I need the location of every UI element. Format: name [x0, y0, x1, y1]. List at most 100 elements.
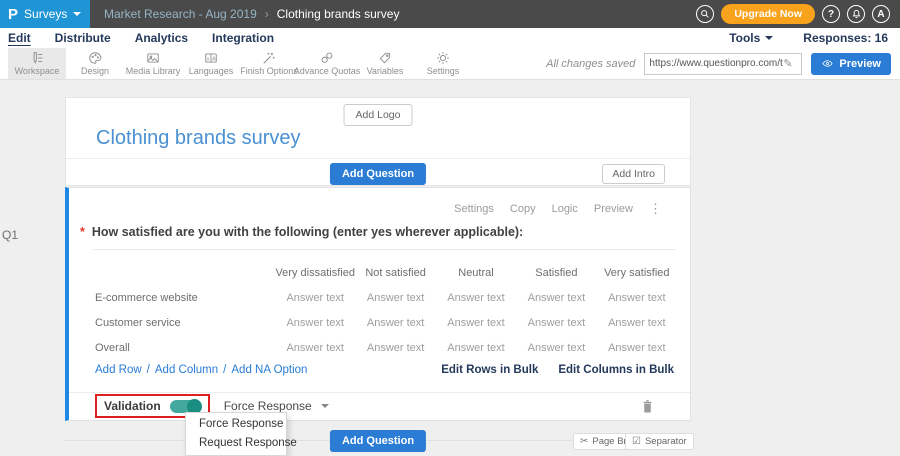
help-button[interactable]: ? [822, 5, 840, 23]
validation-type-menu: Force Response Request Response [185, 412, 287, 456]
add-na-option-link[interactable]: Add NA Option [231, 364, 307, 376]
toolbar-item-media-library[interactable]: Media Library [124, 48, 182, 79]
edit-rows-bulk-link[interactable]: Edit Rows in Bulk [441, 364, 538, 376]
separator-button[interactable]: ☑ Separator [625, 433, 694, 450]
questionpro-logo-icon: P [8, 6, 18, 23]
tab-distribute[interactable]: Distribute [55, 31, 111, 45]
matrix-answer-cell[interactable]: Answer text [275, 310, 355, 335]
matrix-column-header[interactable]: Neutral [436, 260, 516, 285]
matrix-answer-cell[interactable]: Answer text [597, 310, 677, 335]
menu-item-force-response[interactable]: Force Response [186, 415, 286, 434]
edit-url-icon[interactable]: ✎ [783, 57, 792, 70]
toolbar-item-label: Media Library [126, 66, 181, 76]
question-preview-link[interactable]: Preview [594, 203, 633, 215]
add-question-button-bottom[interactable]: Add Question [330, 430, 426, 452]
tools-label: Tools [729, 31, 760, 45]
matrix-column-header[interactable]: Very dissatisfied [275, 260, 355, 285]
question-logic-link[interactable]: Logic [552, 203, 578, 215]
eye-icon [821, 58, 834, 69]
toolbar-item-variables[interactable]: Variables [356, 48, 414, 79]
between-questions-row: Add Question ✂ Page Break ☑ Separator [65, 430, 691, 451]
add-row-link[interactable]: Add Row [95, 364, 142, 376]
matrix-answer-cell[interactable]: Answer text [355, 335, 435, 360]
search-button[interactable] [696, 5, 714, 23]
matrix-answer-cell[interactable]: Answer text [275, 335, 355, 360]
matrix-answer-cell[interactable]: Answer text [516, 310, 596, 335]
survey-url-input[interactable] [649, 58, 783, 69]
question-settings-link[interactable]: Settings [454, 203, 494, 215]
matrix-answer-cell[interactable]: Answer text [516, 335, 596, 360]
workspace-icon [30, 51, 44, 65]
question-copy-link[interactable]: Copy [510, 203, 536, 215]
matrix-row-label[interactable]: E-commerce website [95, 285, 275, 310]
tools-dropdown[interactable]: Tools [729, 31, 773, 45]
tab-edit[interactable]: Edit [8, 31, 31, 45]
validation-row: Validation Force Response [69, 392, 690, 420]
toolbar-item-label: Workspace [15, 66, 60, 76]
question-text[interactable]: How satisfied are you with the following… [92, 225, 523, 239]
validation-toggle[interactable] [170, 400, 201, 413]
finish-options-icon [262, 51, 276, 65]
matrix-column-header[interactable]: Very satisfied [597, 260, 677, 285]
question-underline [93, 249, 676, 250]
matrix-column-header[interactable]: Not satisfied [355, 260, 435, 285]
add-column-link[interactable]: Add Column [155, 364, 218, 376]
delete-question-button[interactable] [641, 399, 654, 414]
toolbar-item-advance-quotas[interactable]: Advance Quotas [298, 48, 356, 79]
nav-tabs: Edit Distribute Analytics Integration [0, 31, 274, 45]
required-asterisk: * [80, 225, 85, 239]
matrix-answer-cell[interactable]: Answer text [355, 285, 435, 310]
toolbar-item-label: Design [81, 66, 109, 76]
more-options-icon[interactable]: ⋮ [649, 201, 662, 217]
nav-right: Tools Responses: 16 [729, 31, 900, 45]
matrix-answer-cell[interactable]: Answer text [275, 285, 355, 310]
chevron-down-icon [765, 36, 773, 40]
survey-nav: Edit Distribute Analytics Integration To… [0, 28, 900, 48]
checkbox-checked-icon: ☑ [632, 436, 641, 447]
notifications-button[interactable] [847, 5, 865, 23]
toolbar-item-label: Variables [367, 66, 404, 76]
matrix-column-header[interactable]: Satisfied [516, 260, 596, 285]
add-logo-button[interactable]: Add Logo [344, 104, 413, 126]
surveys-menu[interactable]: P Surveys [0, 0, 90, 28]
breadcrumb: Market Research - Aug 2019 › Clothing br… [104, 7, 399, 21]
matrix-edit-links: Add Row / Add Column / Add NA Option Edi… [95, 364, 674, 376]
add-question-button-top[interactable]: Add Question [330, 163, 426, 185]
matrix-answer-cell[interactable]: Answer text [436, 285, 516, 310]
toolbar-item-finish-options[interactable]: Finish Options [240, 48, 298, 79]
toolbar-item-label: Advance Quotas [294, 66, 361, 76]
bell-icon [851, 9, 862, 20]
validation-type-dropdown[interactable]: Force Response [224, 399, 329, 413]
matrix-answer-cell[interactable]: Answer text [436, 335, 516, 360]
toolbar-item-label: Languages [189, 66, 234, 76]
link-separator: / [147, 364, 150, 376]
toolbar-item-workspace[interactable]: Workspace [8, 48, 66, 79]
advance-quotas-icon [320, 51, 334, 65]
validation-label: Validation [104, 399, 161, 413]
toolbar-item-languages[interactable]: xA Languages [182, 48, 240, 79]
preview-button[interactable]: Preview [811, 53, 891, 75]
survey-title[interactable]: Clothing brands survey [96, 127, 301, 150]
matrix-answer-cell[interactable]: Answer text [355, 310, 435, 335]
edit-columns-bulk-link[interactable]: Edit Columns in Bulk [558, 364, 674, 376]
matrix-answer-cell[interactable]: Answer text [597, 335, 677, 360]
matrix-answer-cell[interactable]: Answer text [597, 285, 677, 310]
menu-item-request-response[interactable]: Request Response [186, 434, 286, 453]
tab-integration[interactable]: Integration [212, 31, 274, 45]
account-avatar[interactable]: A [872, 5, 890, 23]
tab-analytics[interactable]: Analytics [135, 31, 188, 45]
responses-count[interactable]: Responses: 16 [803, 31, 888, 45]
separator-label: Separator [645, 436, 687, 447]
matrix-row-label[interactable]: Overall [95, 335, 275, 360]
matrix-row-label[interactable]: Customer service [95, 310, 275, 335]
toolbar-item-design[interactable]: Design [66, 48, 124, 79]
add-intro-button[interactable]: Add Intro [602, 164, 665, 184]
matrix-answer-cell[interactable]: Answer text [516, 285, 596, 310]
toolbar-item-settings[interactable]: Settings [414, 48, 472, 79]
breadcrumb-folder[interactable]: Market Research - Aug 2019 [104, 7, 257, 21]
matrix-answer-cell[interactable]: Answer text [436, 310, 516, 335]
chevron-down-icon [321, 404, 329, 408]
question-text-row: * How satisfied are you with the followi… [80, 225, 523, 239]
variables-icon [378, 51, 392, 65]
upgrade-now-button[interactable]: Upgrade Now [721, 4, 815, 24]
